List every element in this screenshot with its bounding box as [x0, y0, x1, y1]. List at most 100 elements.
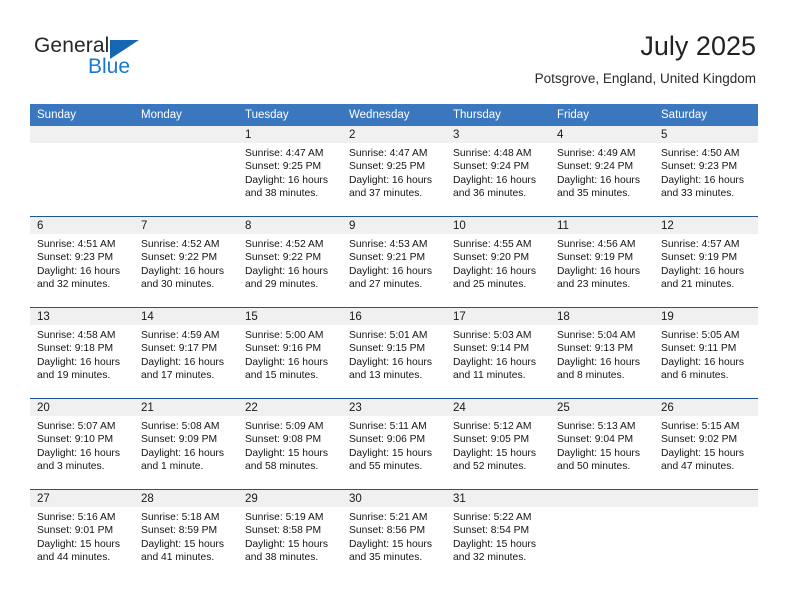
day-details: Sunrise: 4:52 AM Sunset: 9:22 PM Daylight:…	[134, 234, 238, 292]
day-number: 5	[654, 126, 758, 143]
sunset-time: Sunset: 8:58 PM	[245, 525, 322, 537]
sunset-time: Sunset: 9:22 PM	[245, 252, 322, 264]
day-number	[550, 490, 654, 507]
day-number: 16	[342, 308, 446, 325]
calendar-day-cell[interactable]: 7 Sunrise: 4:52 AM Sunset: 9:22 PM Daylight…	[134, 216, 238, 308]
calendar-day-cell[interactable]: 21 Sunrise: 5:08 AM Sunset: 9:09 PM Dayligh…	[134, 398, 238, 490]
sunset-time: Sunset: 9:25 PM	[245, 161, 322, 173]
day-number: 3	[446, 126, 550, 143]
calendar-day-cell[interactable]: 16 Sunrise: 5:01 AM Sunset: 9:15 PM Dayligh…	[342, 307, 446, 399]
day-number: 18	[550, 308, 654, 325]
sunset-time: Sunset: 9:23 PM	[661, 161, 738, 173]
calendar-day-cell[interactable]: 11 Sunrise: 4:56 AM Sunset: 9:19 PM Dayligh…	[550, 216, 654, 308]
day-details: Sunrise: 5:15 AM Sunset: 9:02 PM Daylight:…	[654, 416, 758, 474]
calendar-day-cell[interactable]: 30 Sunrise: 5:21 AM Sunset: 8:56 PM Dayligh…	[342, 489, 446, 580]
daylight-duration-line1: Daylight: 16 hours	[453, 174, 536, 186]
sunrise-time: Sunrise: 5:21 AM	[349, 512, 428, 523]
day-number: 31	[446, 490, 550, 507]
calendar-day-cell[interactable]: 18 Sunrise: 5:04 AM Sunset: 9:13 PM Dayligh…	[550, 307, 654, 399]
day-details: Sunrise: 5:00 AM Sunset: 9:16 PM Daylight:…	[238, 325, 342, 383]
weekday-header-friday: Friday	[550, 104, 654, 126]
weekday-header-tuesday: Tuesday	[238, 104, 342, 126]
calendar-week-row: 27 Sunrise: 5:16 AM Sunset: 9:01 PM Dayligh…	[30, 489, 758, 580]
title-block: July 2025 Potsgrove, England, United Kin…	[535, 30, 756, 87]
daylight-duration-line1: Daylight: 16 hours	[245, 265, 328, 277]
sunset-time: Sunset: 9:20 PM	[453, 252, 530, 264]
calendar-day-cell[interactable]: 2 Sunrise: 4:47 AM Sunset: 9:25 PM Daylight…	[342, 126, 446, 217]
calendar-day-cell[interactable]: 13 Sunrise: 4:58 AM Sunset: 9:18 PM Dayligh…	[30, 307, 134, 399]
calendar-week-row: 6 Sunrise: 4:51 AM Sunset: 9:23 PM Daylight…	[30, 216, 758, 308]
calendar-day-cell[interactable]: 28 Sunrise: 5:18 AM Sunset: 8:59 PM Dayligh…	[134, 489, 238, 580]
calendar-day-cell[interactable]: 9 Sunrise: 4:53 AM Sunset: 9:21 PM Daylight…	[342, 216, 446, 308]
calendar-day-cell[interactable]: 8 Sunrise: 4:52 AM Sunset: 9:22 PM Daylight…	[238, 216, 342, 308]
calendar-cell-empty	[30, 126, 134, 217]
calendar-day-cell[interactable]: 22 Sunrise: 5:09 AM Sunset: 9:08 PM Dayligh…	[238, 398, 342, 490]
daylight-duration-line1: Daylight: 16 hours	[245, 174, 328, 186]
daylight-duration-line2: and 58 minutes.	[245, 461, 319, 473]
day-number: 19	[654, 308, 758, 325]
daylight-duration-line2: and 30 minutes.	[141, 279, 215, 291]
general-blue-logo[interactable]: General Blue	[34, 34, 214, 84]
sunrise-time: Sunrise: 4:48 AM	[453, 148, 532, 159]
calendar-day-cell[interactable]: 25 Sunrise: 5:13 AM Sunset: 9:04 PM Dayligh…	[550, 398, 654, 490]
sunrise-time: Sunrise: 4:51 AM	[37, 239, 116, 250]
day-number	[134, 126, 238, 143]
sunset-time: Sunset: 9:16 PM	[245, 343, 322, 355]
weekday-header-wednesday: Wednesday	[342, 104, 446, 126]
sunset-time: Sunset: 9:18 PM	[37, 343, 114, 355]
day-number: 14	[134, 308, 238, 325]
calendar-day-cell[interactable]: 14 Sunrise: 4:59 AM Sunset: 9:17 PM Dayligh…	[134, 307, 238, 399]
day-number: 28	[134, 490, 238, 507]
calendar-day-cell[interactable]: 19 Sunrise: 5:05 AM Sunset: 9:11 PM Dayligh…	[654, 307, 758, 399]
sunset-time: Sunset: 9:24 PM	[557, 161, 634, 173]
calendar-day-cell[interactable]: 10 Sunrise: 4:55 AM Sunset: 9:20 PM Dayligh…	[446, 216, 550, 308]
calendar-day-cell[interactable]: 17 Sunrise: 5:03 AM Sunset: 9:14 PM Dayligh…	[446, 307, 550, 399]
calendar-day-cell[interactable]: 1 Sunrise: 4:47 AM Sunset: 9:25 PM Daylight…	[238, 126, 342, 217]
day-number: 29	[238, 490, 342, 507]
day-details: Sunrise: 4:47 AM Sunset: 9:25 PM Daylight:…	[342, 143, 446, 201]
calendar-day-cell[interactable]: 24 Sunrise: 5:12 AM Sunset: 9:05 PM Dayligh…	[446, 398, 550, 490]
day-details: Sunrise: 5:13 AM Sunset: 9:04 PM Daylight:…	[550, 416, 654, 474]
calendar-day-cell[interactable]: 20 Sunrise: 5:07 AM Sunset: 9:10 PM Dayligh…	[30, 398, 134, 490]
daylight-duration-line2: and 23 minutes.	[557, 279, 631, 291]
calendar-day-cell[interactable]: 12 Sunrise: 4:57 AM Sunset: 9:19 PM Dayligh…	[654, 216, 758, 308]
daylight-duration-line1: Daylight: 15 hours	[245, 447, 328, 459]
calendar-day-cell[interactable]: 26 Sunrise: 5:15 AM Sunset: 9:02 PM Dayligh…	[654, 398, 758, 490]
daylight-duration-line1: Daylight: 16 hours	[557, 356, 640, 368]
day-details: Sunrise: 5:19 AM Sunset: 8:58 PM Daylight:…	[238, 507, 342, 565]
sunrise-time: Sunrise: 5:07 AM	[37, 421, 116, 432]
sunrise-time: Sunrise: 4:47 AM	[245, 148, 324, 159]
calendar-cell-empty	[654, 489, 758, 580]
sunset-time: Sunset: 9:24 PM	[453, 161, 530, 173]
logo-text-blue: Blue	[88, 55, 131, 78]
sunrise-time: Sunrise: 4:56 AM	[557, 239, 636, 250]
calendar-day-cell[interactable]: 29 Sunrise: 5:19 AM Sunset: 8:58 PM Dayligh…	[238, 489, 342, 580]
daylight-duration-line1: Daylight: 16 hours	[37, 265, 120, 277]
sunrise-time: Sunrise: 4:55 AM	[453, 239, 532, 250]
calendar-day-cell[interactable]: 15 Sunrise: 5:00 AM Sunset: 9:16 PM Dayligh…	[238, 307, 342, 399]
day-number: 7	[134, 217, 238, 234]
daylight-duration-line2: and 27 minutes.	[349, 279, 423, 291]
sunset-time: Sunset: 9:13 PM	[557, 343, 634, 355]
day-number: 23	[342, 399, 446, 416]
daylight-duration-line1: Daylight: 16 hours	[141, 265, 224, 277]
calendar-day-cell[interactable]: 4 Sunrise: 4:49 AM Sunset: 9:24 PM Daylight…	[550, 126, 654, 217]
calendar-day-cell[interactable]: 5 Sunrise: 4:50 AM Sunset: 9:23 PM Daylight…	[654, 126, 758, 217]
daylight-duration-line1: Daylight: 16 hours	[661, 265, 744, 277]
daylight-duration-line2: and 1 minute.	[141, 461, 204, 473]
daylight-duration-line2: and 19 minutes.	[37, 370, 111, 382]
daylight-duration-line2: and 44 minutes.	[37, 552, 111, 564]
calendar-day-cell[interactable]: 6 Sunrise: 4:51 AM Sunset: 9:23 PM Daylight…	[30, 216, 134, 308]
daylight-duration-line2: and 8 minutes.	[557, 370, 625, 382]
calendar-day-cell[interactable]: 27 Sunrise: 5:16 AM Sunset: 9:01 PM Dayligh…	[30, 489, 134, 580]
day-details: Sunrise: 5:05 AM Sunset: 9:11 PM Daylight:…	[654, 325, 758, 383]
calendar-week-row: 20 Sunrise: 5:07 AM Sunset: 9:10 PM Dayligh…	[30, 398, 758, 490]
day-number: 25	[550, 399, 654, 416]
calendar-day-cell[interactable]: 31 Sunrise: 5:22 AM Sunset: 8:54 PM Dayligh…	[446, 489, 550, 580]
daylight-duration-line1: Daylight: 15 hours	[349, 447, 432, 459]
day-number: 15	[238, 308, 342, 325]
day-details: Sunrise: 4:58 AM Sunset: 9:18 PM Daylight:…	[30, 325, 134, 383]
calendar-day-cell[interactable]: 23 Sunrise: 5:11 AM Sunset: 9:06 PM Dayligh…	[342, 398, 446, 490]
daylight-duration-line1: Daylight: 16 hours	[141, 447, 224, 459]
calendar-day-cell[interactable]: 3 Sunrise: 4:48 AM Sunset: 9:24 PM Daylight…	[446, 126, 550, 217]
